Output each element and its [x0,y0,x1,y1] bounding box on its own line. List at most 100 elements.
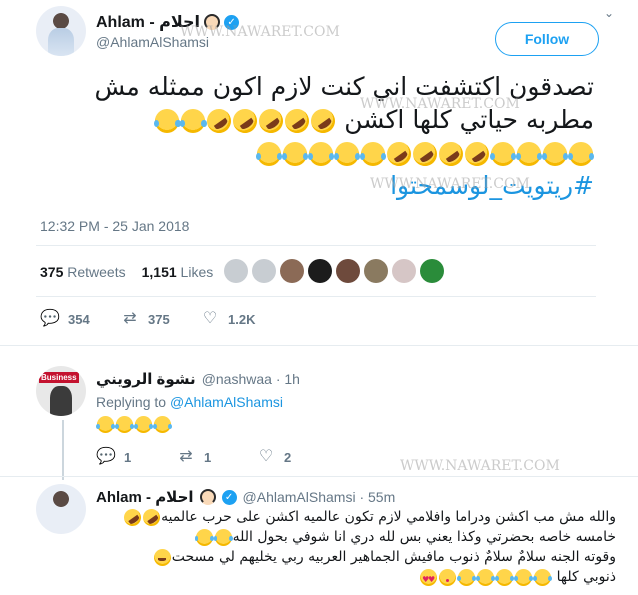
rofl-emoji-icon [139,505,164,529]
like-button[interactable]: ♡ 1.2K [200,310,280,328]
retweet-count: 1 [204,449,212,465]
joy-emoji-icon [307,142,335,166]
heart-icon: ♡ [202,310,218,327]
reply-emoji-text [95,416,173,434]
retweets-count: 375 [40,264,64,280]
joy-emoji-icon [533,568,553,586]
joy-emoji-icon [489,142,517,166]
liker-avatar[interactable] [224,259,248,283]
reply-author-name[interactable]: Ahlam - احلام [96,488,194,506]
rofl-emoji-icon [280,104,314,138]
like-count: 1.2K [228,311,256,327]
watermark: WWW.NAWARET.COM [360,96,520,112]
rofl-emoji-icon [254,104,288,138]
replying-prefix: Replying to [96,394,167,410]
reply-text-line-3: وقوته الجنه سلامٌ سلامٌ ذنوب مافيش الجما… [96,547,616,567]
liker-avatar[interactable] [392,259,416,283]
joy-emoji-icon [515,142,543,166]
liker-avatar[interactable] [308,259,332,283]
retweets-stat[interactable]: 375 Retweets [40,264,126,280]
thread-line [62,460,64,480]
smile-emoji-icon [153,548,171,566]
liker-avatar[interactable] [252,259,276,283]
author-avatar[interactable] [36,6,86,56]
reply-author-name[interactable]: نشوة الرويني [96,370,196,388]
reply-text-line-1-words: والله مش مب اكشن ودراما وافلامي لازم تكو… [161,509,616,525]
retweet-icon: ⇄ [179,448,193,465]
rofl-emoji-icon [382,137,416,171]
liker-avatars [224,259,444,283]
likes-label: Likes [180,264,214,280]
heart-icon: ♡ [258,448,274,465]
reply-text-line-2-words: خامسه خاصه بحضرتي وكذا يعني بس لله دري ا… [232,529,616,545]
divider [36,296,596,297]
watermark: WWW.NAWARET.COM [370,176,530,192]
tweet-stats: 375 Retweets 1,151 Likes [40,264,213,280]
heart-eyes-emoji-icon [420,568,438,590]
rofl-emoji-icon [202,104,236,138]
divider [36,245,596,246]
rofl-emoji-icon [228,104,262,138]
reply-actions: 💬 1 ⇄ 1 ♡ 2 [96,448,336,466]
reply-icon: 💬 [96,448,116,465]
watermark: WWW.NAWARET.COM [400,458,560,474]
joy-emoji-icon [541,142,569,166]
follow-button[interactable]: Follow [495,22,599,56]
joy-emoji-icon [457,568,477,586]
reply-name-row: Ahlam - احلام ✓ @AhlamAlShamsi · 55m [96,488,395,506]
reply-text-line-4-words: ذنوبي كلها [556,569,616,585]
reply-count: 354 [68,311,90,327]
rofl-emoji-icon [460,137,494,171]
chevron-down-icon[interactable]: ⌄ [602,6,616,20]
reply-text-line-1: والله مش مب اكشن ودراما وافلامي لازم تكو… [96,505,616,529]
reply-text-line-3-words: وقوته الجنه سلامٌ سلامٌ ذنوب مافيش الجما… [171,549,616,565]
likes-count: 1,151 [141,264,177,280]
joy-emoji-icon [495,568,515,586]
reply-button[interactable]: 💬 1 [96,448,176,466]
divider [0,476,638,477]
reply-author-avatar[interactable] [36,484,86,534]
joy-emoji-icon [194,528,214,546]
joy-emoji-icon [133,416,154,434]
retweet-button[interactable]: ⇄ 375 [120,310,200,328]
reply-text-line-2: خامسه خاصه بحضرتي وكذا يعني بس لله دري ا… [96,527,616,547]
joy-emoji-icon [213,528,233,546]
divider [0,345,638,346]
replying-handle-link[interactable]: @AhlamAlShamsi [170,394,283,410]
reply-author-avatar[interactable] [36,366,86,416]
rofl-emoji-icon [434,137,468,171]
woman-face-icon [199,489,216,505]
joy-emoji-icon [359,142,387,166]
retweets-label: Retweets [67,264,126,280]
liker-avatar[interactable] [364,259,388,283]
like-button[interactable]: ♡ 2 [256,448,336,466]
reply-button[interactable]: 💬 354 [40,310,120,328]
joy-emoji-icon [333,142,361,166]
rofl-emoji-icon [306,104,340,138]
verified-badge-icon: ✓ [221,489,237,505]
reply-count: 1 [124,449,132,465]
joy-emoji-icon [281,142,309,166]
joy-emoji-icon [567,142,595,166]
reply-text: والله مش مب اكشن ودراما وافلامي لازم تكو… [96,505,616,590]
joy-emoji-icon [152,416,173,434]
reply-author-handle[interactable]: @AhlamAlShamsi · 55m [243,489,396,505]
joy-emoji-icon [153,109,181,133]
tweet-timestamp[interactable]: 12:32 PM - 25 Jan 2018 [40,218,189,234]
liker-avatar[interactable] [336,259,360,283]
like-count: 2 [284,449,292,465]
retweet-count: 375 [148,311,170,327]
reply-name-row: نشوة الرويني @nashwaa · 1h [96,370,300,388]
retweet-button[interactable]: ⇄ 1 [176,448,256,466]
likes-stat[interactable]: 1,151 Likes [142,264,214,280]
liker-avatar[interactable] [280,259,304,283]
kiss-emoji-icon [439,568,457,586]
watermark: WWW.NAWARET.COM [180,24,340,40]
reply-author-handle[interactable]: @nashwaa · 1h [202,371,300,387]
replying-to: Replying to @AhlamAlShamsi [96,394,283,410]
liker-avatar[interactable] [420,259,444,283]
rofl-emoji-icon [120,505,145,529]
joy-emoji-icon [95,416,116,434]
joy-emoji-icon [114,416,135,434]
joy-emoji-icon [514,568,534,586]
